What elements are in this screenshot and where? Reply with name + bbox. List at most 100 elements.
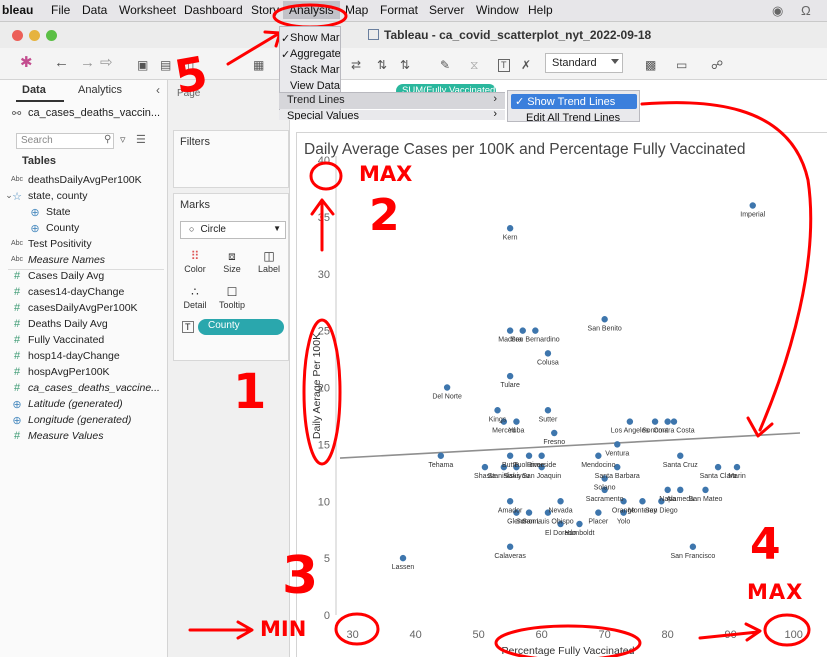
save-icon[interactable]: ▣ (137, 57, 148, 73)
menu-item-special-values[interactable]: Special Values › (279, 110, 505, 120)
county-pill-label: County (208, 320, 240, 331)
sort-descending-icon[interactable]: ⇅ (400, 57, 410, 73)
document-icon (368, 29, 379, 40)
checkmark-icon: ✓ (281, 33, 291, 45)
globe-status-icon[interactable]: ◉ (772, 3, 783, 19)
county-pill[interactable]: County (198, 319, 284, 335)
circle-mark-icon: ○ (189, 224, 195, 234)
analysis-menu-item[interactable]: Stack Mar (280, 64, 340, 80)
field-item[interactable]: casesDailyAvgPer100K (28, 302, 138, 314)
highlight-icon[interactable]: ✎ (440, 57, 450, 73)
menu-data[interactable]: Data (82, 3, 107, 17)
menu-analysis[interactable]: Analysis (283, 1, 340, 19)
size-icon: ⧈ (228, 249, 236, 263)
menu-item-edit-all-trend-lines[interactable]: Edit All Trend Lines (526, 112, 620, 121)
view-options-icon[interactable]: ☰ (136, 133, 146, 146)
field-item[interactable]: Fully Vaccinated (28, 334, 104, 346)
label-field-icon: T (182, 321, 194, 333)
toolbar: ✱ ← → ⇨ ▣ ▤ ◫ ▦ ⇄ ⇅ ⇅ ✎ ⧖ T ✗ ▩ ▭ ☍ (0, 48, 827, 80)
field-item[interactable]: hospAvgPer100K (28, 366, 110, 378)
redo-icon[interactable]: ⇨ (100, 55, 113, 71)
mark-type-dropdown[interactable]: ○ Circle ▼ (180, 221, 286, 239)
search-icon[interactable]: ⚲ (104, 134, 111, 145)
measure-icon: # (13, 286, 21, 298)
minimize-window-icon[interactable] (29, 30, 40, 41)
measures-divider (8, 269, 164, 270)
tableau-logo-icon[interactable]: ✱ (20, 55, 33, 71)
search-input[interactable]: Search (16, 133, 114, 149)
sort-ascending-icon[interactable]: ⇅ (377, 57, 387, 73)
menubar: bleau File Data Worksheet Dashboard Stor… (0, 0, 827, 22)
size-button[interactable]: ⧈ Size (216, 246, 248, 280)
tab-analytics[interactable]: Analytics (78, 84, 122, 96)
close-window-icon[interactable] (12, 30, 23, 41)
menu-server[interactable]: Server (429, 3, 464, 17)
share-icon[interactable]: ☍ (711, 57, 723, 73)
field-item[interactable]: Measure Values (28, 430, 103, 442)
measure-icon: # (13, 350, 21, 362)
headphones-icon[interactable]: Ω (801, 3, 811, 18)
tab-data[interactable]: Data (22, 84, 46, 96)
label-text-icon: ◫ (263, 249, 275, 263)
group-icon[interactable]: ⧖ (470, 57, 478, 73)
tooltip-icon: ☐ (226, 285, 238, 299)
analysis-menu-item[interactable]: ✓ Show Mar (280, 32, 340, 48)
search-placeholder: Search (21, 135, 53, 146)
zoom-window-icon[interactable] (46, 30, 57, 41)
chevron-down-icon: ▼ (273, 224, 281, 233)
menu-worksheet[interactable]: Worksheet (119, 3, 176, 17)
menu-dashboard[interactable]: Dashboard (184, 3, 243, 17)
back-icon[interactable]: ← (54, 55, 69, 71)
annotation-number-2: 2 (369, 190, 400, 241)
show-me-cards-icon[interactable]: ▩ (645, 57, 656, 73)
new-datasource-icon[interactable]: ▤ (160, 57, 171, 73)
swap-icon[interactable]: ⇄ (351, 57, 361, 73)
new-worksheet-icon[interactable]: ▦ (253, 57, 264, 73)
field-item[interactable]: cases14-dayChange (28, 286, 124, 298)
field-item[interactable]: ca_cases_deaths_vaccine... (28, 382, 160, 394)
field-item[interactable]: Measure Names (28, 254, 105, 266)
chevron-right-icon: › (493, 93, 497, 105)
field-item[interactable]: deathsDailyAvgPer100K (28, 174, 142, 186)
window-titlebar: Tableau - ca_covid_scatterplot_nyt_2022-… (0, 22, 827, 48)
field-item[interactable]: Cases Daily Avg (28, 270, 104, 282)
menubar-app-name[interactable]: bleau (2, 3, 33, 17)
field-item[interactable]: hosp14-dayChange (28, 350, 120, 362)
fit-dropdown[interactable]: Standard (545, 53, 623, 73)
hierarchy-icon: ☆ (12, 191, 22, 203)
filter-icon[interactable]: ▿ (120, 133, 126, 146)
globe-icon: ⊕ (12, 415, 22, 427)
menu-window[interactable]: Window (476, 3, 519, 17)
show-labels-icon[interactable]: T (498, 59, 510, 72)
detail-button[interactable]: ∴ Detail (179, 282, 211, 316)
field-item[interactable]: County (46, 222, 79, 234)
menu-map[interactable]: Map (345, 3, 368, 17)
collapse-pane-icon[interactable]: ‹ (156, 83, 160, 97)
menu-item-trend-lines[interactable]: Trend Lines › (279, 92, 505, 109)
menu-help[interactable]: Help (528, 3, 553, 17)
field-item[interactable]: Test Positivity (28, 238, 92, 250)
color-button-label: Color (184, 264, 206, 274)
field-item[interactable]: Latitude (generated) (28, 398, 123, 410)
menu-format[interactable]: Format (380, 3, 418, 17)
detail-button-label: Detail (183, 300, 207, 310)
field-item[interactable]: State (46, 206, 71, 218)
field-item[interactable]: Longitude (generated) (28, 414, 131, 426)
filters-card[interactable]: Filters (173, 130, 289, 188)
field-item[interactable]: state, county (28, 190, 88, 202)
field-item[interactable]: Deaths Daily Avg (28, 318, 108, 330)
datasource-name[interactable]: ca_cases_deaths_vaccin... (28, 107, 160, 119)
label-button[interactable]: ◫ Label (253, 246, 285, 280)
color-button[interactable]: ⠿ Color (179, 246, 211, 280)
menu-story[interactable]: Story (251, 3, 279, 17)
tooltip-button[interactable]: ☐ Tooltip (216, 282, 248, 316)
fix-axes-icon[interactable]: ✗ (521, 57, 531, 73)
window-title: Tableau - ca_covid_scatterplot_nyt_2022-… (368, 28, 651, 42)
menu-item-show-trend-lines[interactable]: ✓ Show Trend Lines (511, 94, 637, 109)
measure-icon: # (13, 318, 21, 330)
forward-icon[interactable]: → (80, 55, 95, 71)
menu-file[interactable]: File (51, 3, 70, 17)
analysis-menu-item[interactable]: ✓ Aggregate (280, 48, 340, 64)
presentation-icon[interactable]: ▭ (676, 57, 687, 73)
annotation-number-1: 1 (233, 364, 267, 420)
